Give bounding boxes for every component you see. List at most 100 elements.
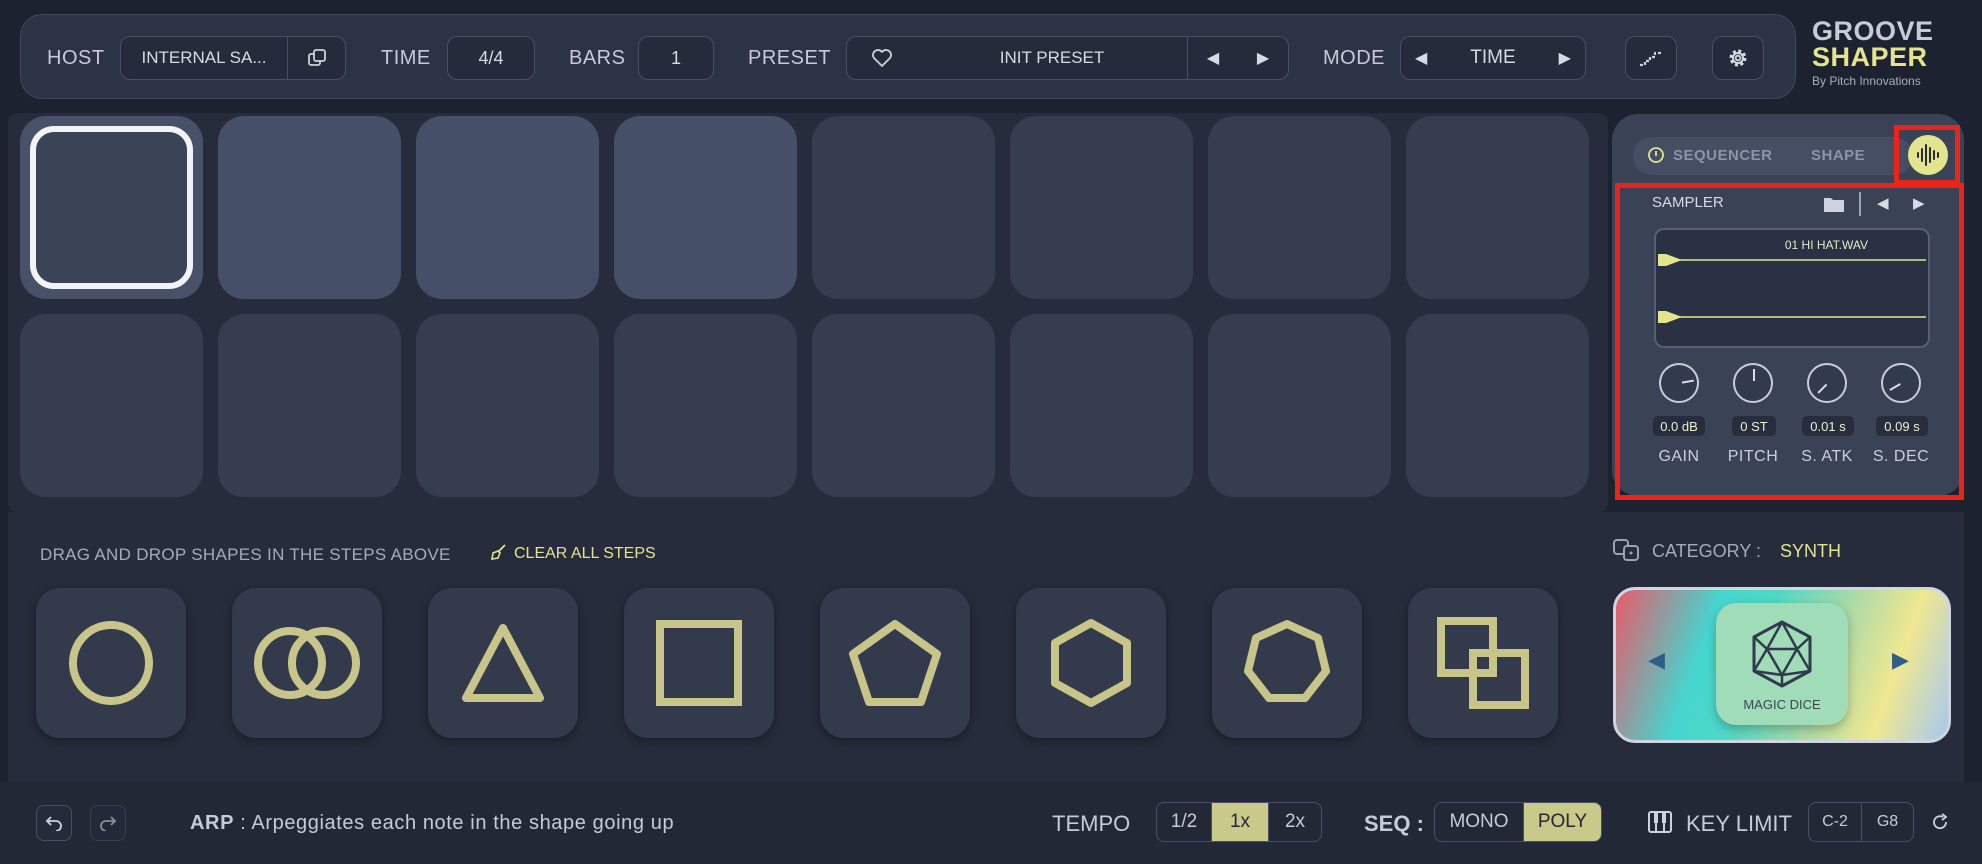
step-cell[interactable]	[218, 314, 401, 497]
piano-keys-icon	[1648, 811, 1672, 838]
gain-knob[interactable]	[1659, 363, 1699, 403]
key-high-field[interactable]: G8	[1862, 803, 1913, 841]
step-cell[interactable]	[614, 116, 797, 299]
category-next-icon[interactable]: ▶	[1892, 647, 1909, 673]
preset-name: INIT PRESET	[999, 48, 1105, 67]
mode-selector[interactable]: ◀ TIME ▶	[1400, 36, 1586, 80]
duplicate-icon[interactable]	[288, 47, 345, 69]
step-cell[interactable]	[218, 116, 401, 299]
step-cell[interactable]	[1208, 314, 1391, 497]
sample-prev-icon[interactable]: ◀	[1877, 194, 1889, 212]
mode-description: ARP : Arpeggiates each note in the shape…	[190, 812, 674, 835]
stairs-icon	[1640, 51, 1661, 67]
tab-sequencer[interactable]: SEQUENCER	[1673, 147, 1773, 164]
category-prev-icon[interactable]: ◀	[1648, 647, 1665, 673]
mode-value: TIME	[1470, 47, 1516, 68]
tempo-1x[interactable]: 1x	[1212, 803, 1269, 841]
mode-label: MODE	[1323, 47, 1385, 69]
tempo-selector: 1/2 1x 2x	[1156, 802, 1322, 842]
tempo-half[interactable]: 1/2	[1157, 803, 1212, 841]
sample-attack-knob[interactable]	[1807, 363, 1847, 403]
time-label: TIME	[381, 47, 431, 69]
step-cell[interactable]	[1406, 314, 1589, 497]
circle-shape[interactable]	[36, 588, 186, 738]
step-cell[interactable]	[614, 314, 797, 497]
redo-icon	[100, 816, 117, 831]
reset-icon[interactable]	[1930, 812, 1950, 837]
step-cell[interactable]	[812, 314, 995, 497]
key-limit-range: C-2 G8	[1808, 802, 1914, 842]
gain-label: GAIN	[1658, 448, 1700, 465]
time-signature-field[interactable]: 4/4	[447, 36, 535, 80]
step-cell[interactable]	[1010, 314, 1193, 497]
arp-label: ARP	[190, 812, 235, 834]
waveform-icon[interactable]	[1908, 135, 1948, 175]
category-value[interactable]: SYNTH	[1780, 541, 1841, 562]
key-limit-label: KEY LIMIT	[1686, 811, 1792, 836]
gear-icon	[1729, 49, 1747, 67]
gain-value[interactable]: 0.0 dB	[1653, 416, 1705, 436]
step-cell-selected[interactable]	[20, 116, 203, 299]
magic-dice-button[interactable]: MAGIC DICE	[1716, 603, 1848, 725]
tab-shape[interactable]: SHAPE	[1811, 147, 1865, 164]
mode-next-icon[interactable]: ▶	[1559, 48, 1571, 68]
preset-next-icon[interactable]: ▶	[1257, 48, 1269, 68]
seq-poly[interactable]: POLY	[1524, 803, 1601, 841]
undo-button[interactable]	[36, 805, 72, 841]
bars-field[interactable]: 1	[638, 36, 714, 80]
step-cell[interactable]	[1010, 116, 1193, 299]
pitch-value[interactable]: 0 ST	[1732, 416, 1776, 436]
drag-instruction: DRAG AND DROP SHAPES IN THE STEPS ABOVE	[40, 545, 451, 564]
category-label: CATEGORY :	[1652, 541, 1762, 561]
sample-decay-value[interactable]: 0.09 s	[1876, 416, 1928, 436]
square-shape[interactable]	[624, 588, 774, 738]
step-cell[interactable]	[416, 314, 599, 497]
bars-label: BARS	[569, 47, 626, 69]
heptagon-shape[interactable]	[1212, 588, 1362, 738]
double-circle-shape[interactable]	[232, 588, 382, 738]
dice-icon	[1612, 538, 1642, 567]
seq-mode-selector: MONO POLY	[1434, 802, 1602, 842]
host-select[interactable]: INTERNAL SA...	[120, 36, 346, 80]
folder-icon[interactable]	[1823, 195, 1845, 218]
overlapping-squares-shape[interactable]	[1408, 588, 1558, 738]
sample-attack-label: S. ATK	[1801, 448, 1853, 465]
sampler-label: SAMPLER	[1652, 194, 1724, 211]
redo-button[interactable]	[90, 805, 126, 841]
sample-next-icon[interactable]: ▶	[1913, 194, 1925, 212]
d20-dice-icon	[1752, 620, 1812, 688]
triangle-shape[interactable]	[428, 588, 578, 738]
preset-label: PRESET	[748, 47, 832, 69]
preset-prev-icon[interactable]: ◀	[1207, 48, 1219, 68]
sample-decay-knob[interactable]	[1881, 363, 1921, 403]
arp-description: : Arpeggiates each note in the shape goi…	[234, 812, 675, 834]
magic-dice-label: MAGIC DICE	[1743, 697, 1821, 712]
host-value: INTERNAL SA...	[141, 48, 267, 67]
step-cell[interactable]	[1406, 116, 1589, 299]
tempo-2x[interactable]: 2x	[1269, 803, 1321, 841]
step-cell[interactable]	[812, 116, 995, 299]
step-cell[interactable]	[1208, 116, 1391, 299]
preset-selector[interactable]: INIT PRESET ◀ ▶	[846, 36, 1289, 80]
waveform-display[interactable]: 01 HI HAT.WAV	[1654, 228, 1930, 348]
brand-logo: GROOVE SHAPER By Pitch Innovations	[1812, 16, 1934, 89]
steps-pattern-button[interactable]	[1625, 36, 1677, 80]
key-low-field[interactable]: C-2	[1809, 803, 1862, 841]
sample-decay-label: S. DEC	[1872, 448, 1930, 465]
undo-icon	[45, 816, 62, 831]
sample-attack-value[interactable]: 0.01 s	[1802, 416, 1854, 436]
heart-icon[interactable]	[847, 48, 917, 68]
pitch-label: PITCH	[1727, 448, 1779, 465]
power-icon[interactable]	[1647, 146, 1665, 169]
host-label: HOST	[47, 47, 105, 69]
hexagon-shape[interactable]	[1016, 588, 1166, 738]
seq-mono[interactable]: MONO	[1435, 803, 1524, 841]
settings-button[interactable]	[1712, 36, 1764, 80]
broom-icon[interactable]	[490, 543, 508, 566]
pitch-knob[interactable]	[1733, 363, 1773, 403]
pentagon-shape[interactable]	[820, 588, 970, 738]
mode-prev-icon[interactable]: ◀	[1415, 48, 1427, 68]
step-cell[interactable]	[416, 116, 599, 299]
clear-all-steps-button[interactable]: CLEAR ALL STEPS	[514, 545, 656, 563]
step-cell[interactable]	[20, 314, 203, 497]
